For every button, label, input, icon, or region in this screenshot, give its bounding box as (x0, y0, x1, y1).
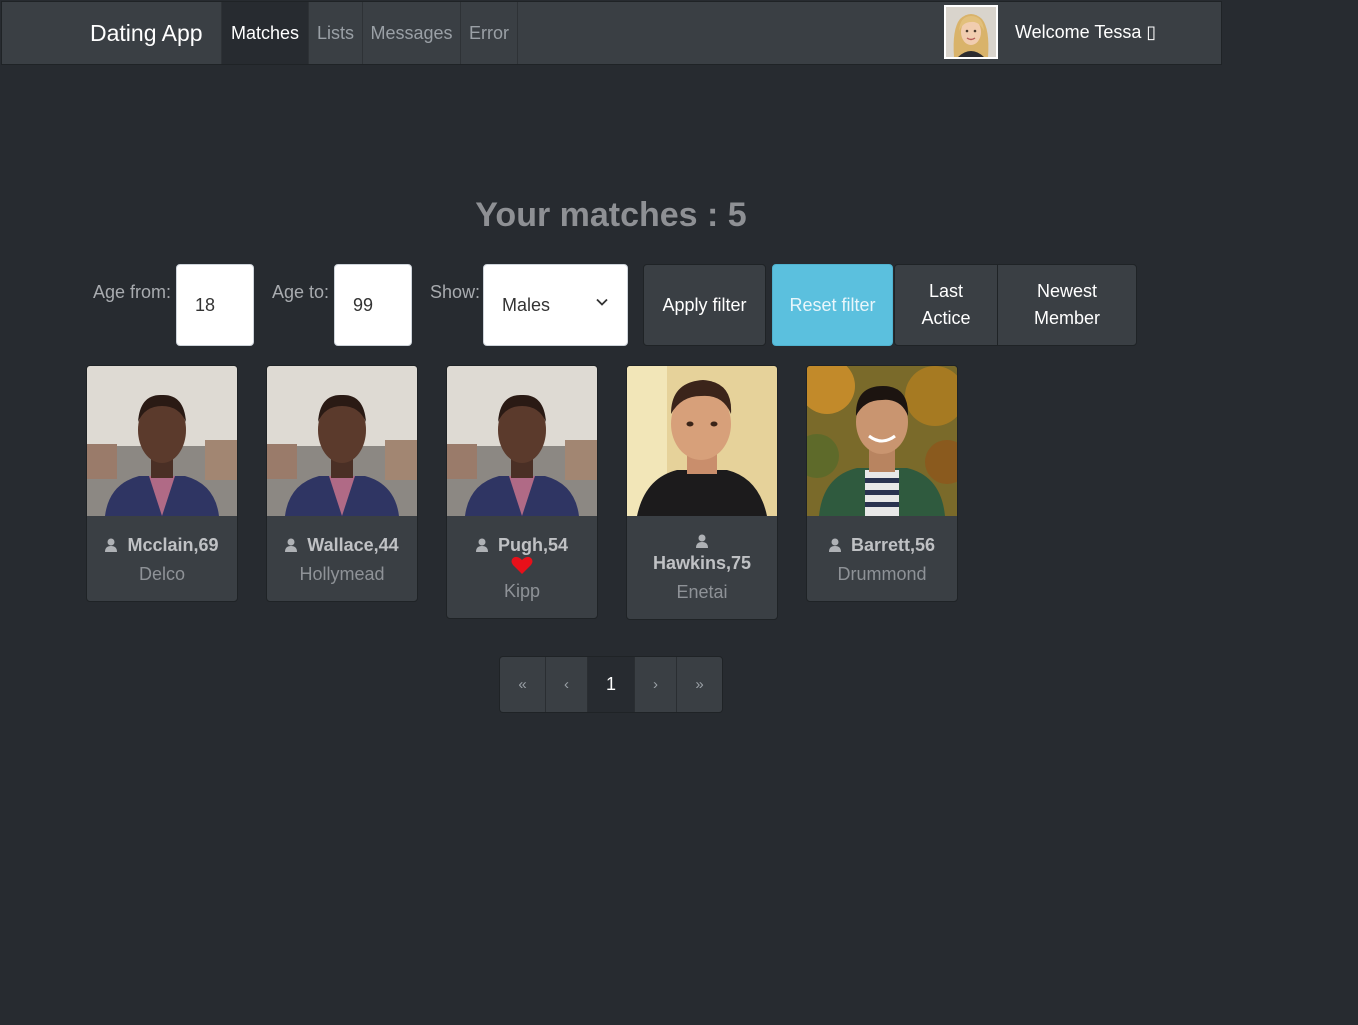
newest-member-label: Newest Member (1033, 281, 1100, 328)
member-name[interactable]: Wallace,44 (307, 535, 398, 555)
member-photo (267, 366, 417, 516)
member-city: Delco (138, 564, 186, 584)
nav-lists[interactable]: Lists (308, 2, 363, 64)
page-next-button[interactable]: › (634, 657, 676, 712)
apply-filter-button[interactable]: Apply filter (643, 264, 766, 346)
page-1-button[interactable]: 1 (587, 657, 634, 712)
last-active-label: Last Actice (921, 281, 971, 328)
member-name[interactable]: Hawkins,75 (653, 553, 751, 573)
reset-filter-button[interactable]: Reset filter (772, 264, 893, 346)
user-icon (285, 538, 298, 552)
member-city: Kipp (503, 581, 541, 601)
chevron-down-icon (596, 298, 608, 306)
gender-select-value: Males (502, 295, 551, 315)
member-city: Enetai (676, 582, 728, 602)
member-name[interactable]: Barrett,56 (851, 535, 935, 555)
member-photo (807, 366, 957, 516)
pagination: « ‹ 1 › » (499, 656, 723, 713)
page-prev-button[interactable]: ‹ (545, 657, 587, 712)
member-name[interactable]: Mcclain,69 (127, 535, 218, 555)
member-photo (627, 366, 777, 516)
reset-filter-label: Reset filter (789, 294, 876, 315)
page-last-button[interactable]: » (676, 657, 722, 712)
member-city: Drummond (837, 564, 927, 584)
member-card[interactable]: Hawkins,75 Enetai (626, 365, 778, 620)
apply-filter-label: Apply filter (662, 294, 747, 315)
avatar-photo-icon (946, 7, 996, 57)
brand-link[interactable]: Dating App (90, 2, 203, 64)
nav-error[interactable]: Error (460, 2, 518, 64)
member-card[interactable]: Barrett,56 Drummond (806, 365, 958, 602)
member-card[interactable]: Wallace,44 Hollymead (266, 365, 418, 602)
navbar: Dating App Matches Lists Messages Error … (1, 1, 1222, 65)
user-icon (475, 538, 488, 552)
show-label: Show: (430, 282, 481, 302)
age-to-label: Age to: (272, 282, 330, 302)
welcome-dropdown[interactable]: Welcome Tessa ▯ (1015, 2, 1156, 62)
gender-select[interactable]: Males (483, 264, 628, 346)
sort-last-active-button[interactable]: Last Actice (894, 264, 998, 346)
user-avatar[interactable] (944, 5, 998, 59)
page-title: Your matches : 5 (475, 196, 747, 234)
user-icon (828, 538, 841, 552)
nav-matches[interactable]: Matches (221, 2, 309, 64)
user-icon (696, 534, 708, 548)
age-from-label: Age from: (93, 282, 172, 302)
member-name[interactable]: Pugh,54 (498, 535, 568, 555)
member-city: Hollymead (299, 564, 385, 584)
heart-icon (511, 556, 533, 574)
nav-messages[interactable]: Messages (362, 2, 461, 64)
member-card[interactable]: Pugh,54 Kipp (446, 365, 598, 619)
age-to-input[interactable]: 99 (334, 264, 412, 346)
page-first-button[interactable]: « (500, 657, 545, 712)
age-from-input[interactable]: 18 (176, 264, 254, 346)
sort-newest-member-button[interactable]: Newest Member (997, 264, 1137, 346)
member-photo (87, 366, 237, 516)
member-photo (447, 366, 597, 516)
user-icon (105, 538, 118, 552)
member-card[interactable]: Mcclain,69 Delco (86, 365, 238, 602)
